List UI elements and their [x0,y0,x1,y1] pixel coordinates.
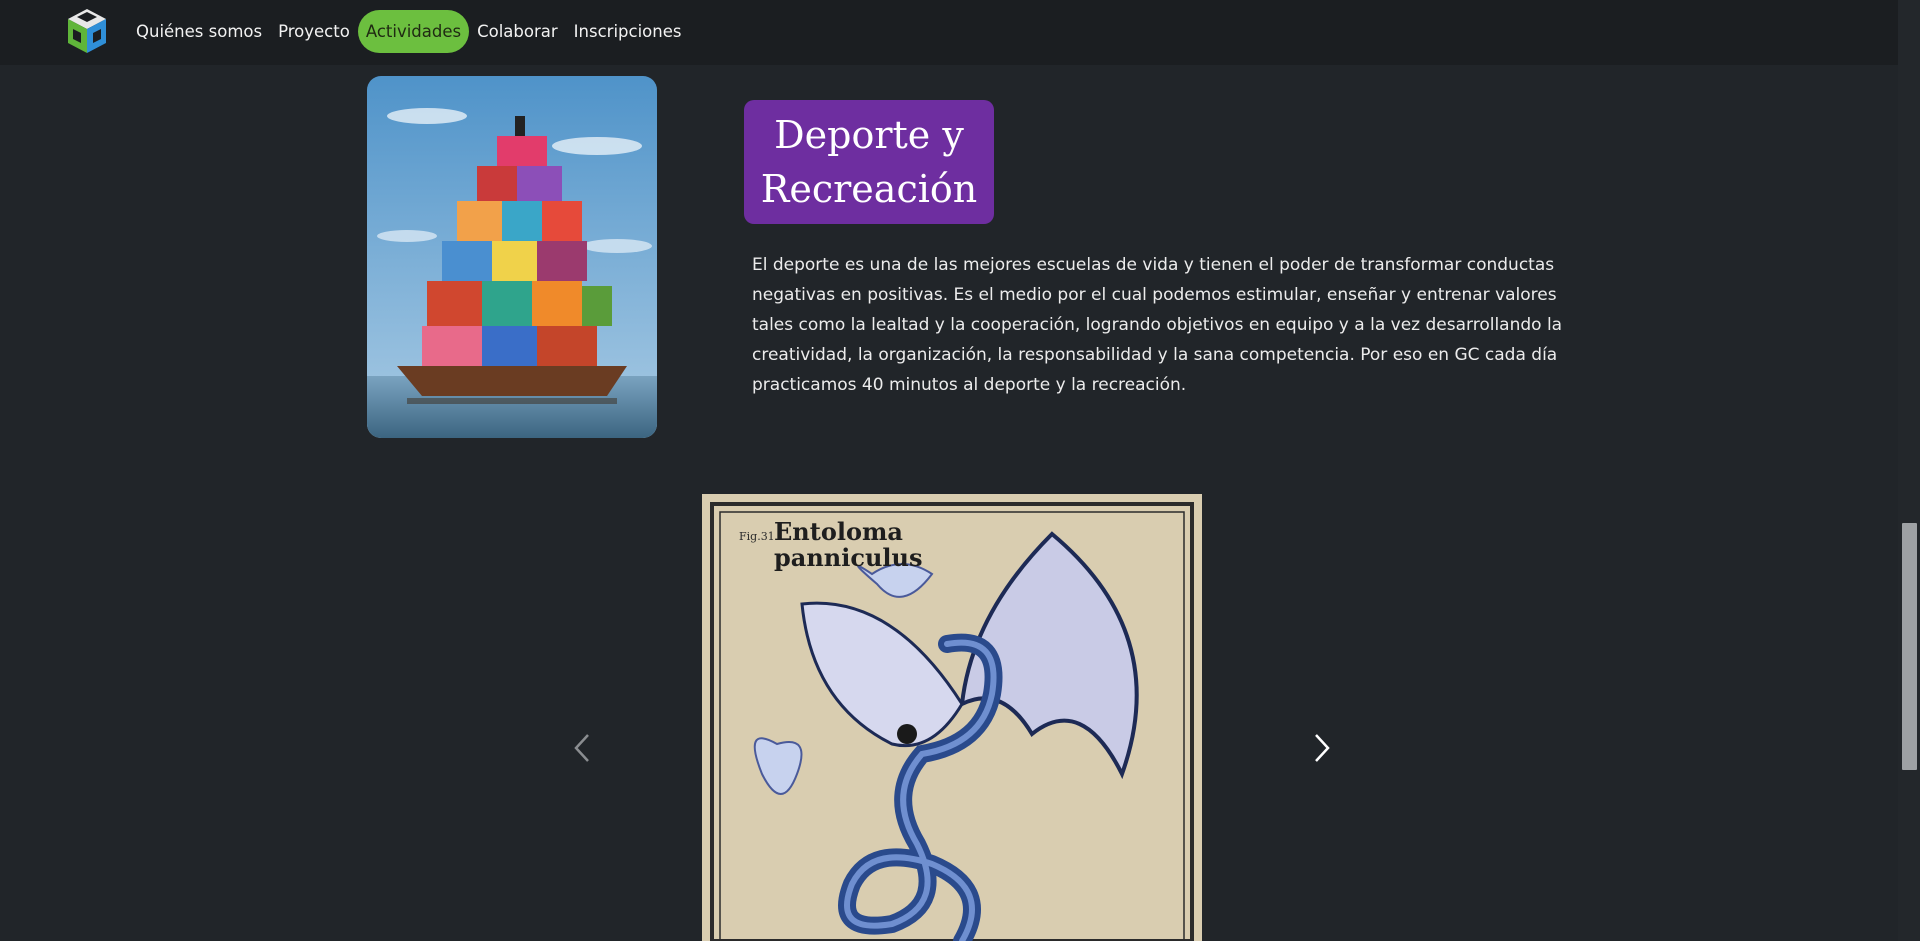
chevron-right-icon [1315,734,1330,762]
chevron-left-icon [574,734,589,762]
carousel-slide: Fig.31 Entoloma panniculus [702,494,1202,941]
section-title-badge: Deporte y Recreación [744,100,994,224]
scrollbar-thumb[interactable] [1902,523,1917,770]
image-carousel: Fig.31 Entoloma panniculus [560,494,1340,941]
section-description: El deporte es una de las mejores escuela… [752,255,1563,395]
page-scrollbar[interactable] [1898,0,1920,941]
nav-item-actividades[interactable]: Actividades [357,10,470,53]
slide-fig-label: Fig.31 [739,530,775,543]
nav-item-colaborar[interactable]: Colaborar [469,10,566,53]
nav-item-inscripciones[interactable]: Inscripciones [566,10,690,53]
nav-item-quienes-somos[interactable]: Quiénes somos [128,10,270,53]
navbar: Quiénes somos Proyecto Actividades Colab… [0,0,1898,65]
carousel-next-button[interactable] [1306,730,1336,766]
slide-title-line2: panniculus [774,543,923,572]
carousel-prev-button[interactable] [568,730,598,766]
slide-title-line1: Entoloma [774,517,903,546]
nav-item-proyecto[interactable]: Proyecto [270,10,358,53]
cube-logo-icon[interactable] [64,7,110,55]
main-nav: Quiénes somos Proyecto Actividades Colab… [128,10,689,53]
houses-on-boat-image [367,76,657,438]
section-title: Deporte y Recreación [760,113,978,211]
